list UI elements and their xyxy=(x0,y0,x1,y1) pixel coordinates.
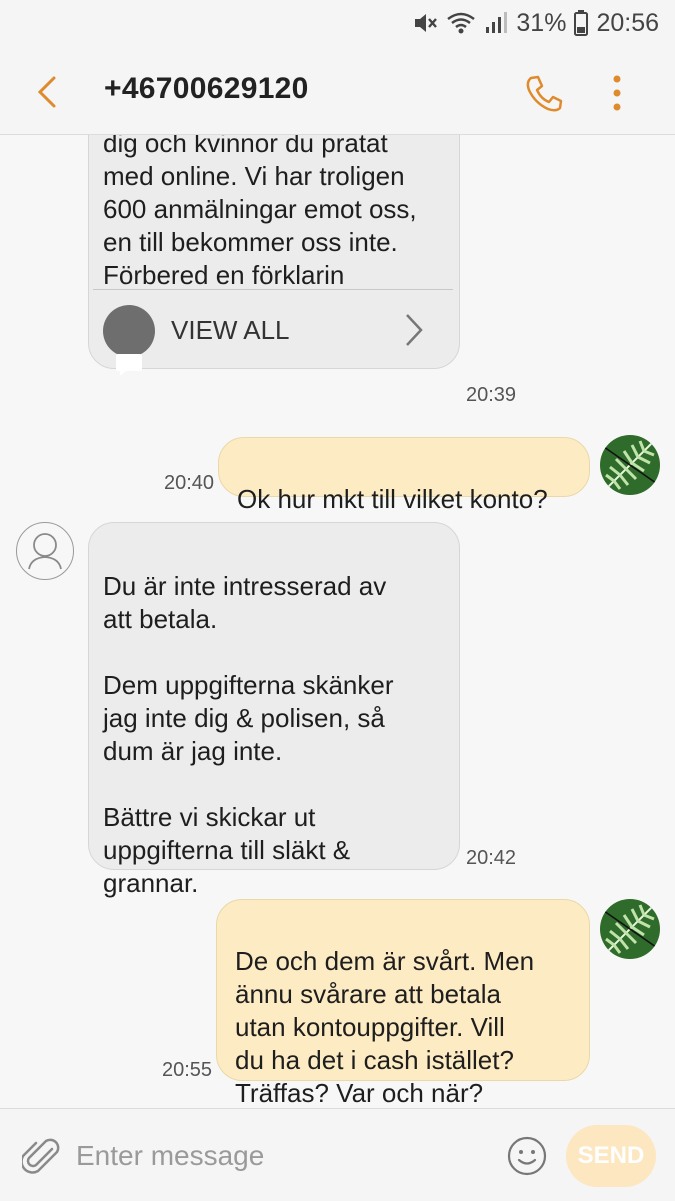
wifi-icon xyxy=(446,11,476,35)
call-button[interactable] xyxy=(522,72,566,116)
battery-percent: 31% xyxy=(516,8,567,37)
message-text: Ok hur mkt till vilket konto? xyxy=(237,484,548,514)
paperclip-icon xyxy=(20,1138,60,1174)
message-text: De och dem är svårt. Men ännu svårare at… xyxy=(235,946,535,1108)
smiley-icon xyxy=(507,1136,547,1176)
back-button[interactable] xyxy=(28,72,68,112)
phone-icon xyxy=(526,75,563,112)
person-icon xyxy=(28,533,62,570)
emoji-button[interactable] xyxy=(506,1135,548,1177)
incoming-message-bubble[interactable]: Du är inte intresserad av att betala. De… xyxy=(88,522,460,898)
conversation-list[interactable]: konversationerna mellan dig och kvinnor … xyxy=(0,135,675,1108)
battery-icon xyxy=(574,10,589,36)
status-bar: 31% 20:56 xyxy=(0,0,675,48)
signal-icon xyxy=(484,11,508,35)
message-time: 20:55 xyxy=(162,1059,213,1081)
message-icon xyxy=(103,305,155,376)
status-icons: 31% 20:56 xyxy=(412,8,659,38)
contact-avatar[interactable] xyxy=(16,522,74,580)
page-title: +46700629120 xyxy=(104,72,309,105)
message-input[interactable] xyxy=(76,1135,486,1177)
message-text: konversationerna mellan dig och kvinnor … xyxy=(103,135,417,290)
chevron-right-icon xyxy=(406,314,423,346)
mute-icon xyxy=(412,11,438,35)
message-time: 20:39 xyxy=(466,384,517,406)
my-avatar[interactable] xyxy=(600,899,660,959)
message-time: 20:40 xyxy=(164,472,215,494)
clock: 20:56 xyxy=(596,8,659,37)
back-icon xyxy=(37,76,56,108)
outgoing-message-bubble[interactable]: De och dem är svårt. Men ännu svårare at… xyxy=(216,899,590,1108)
my-avatar[interactable] xyxy=(600,435,660,495)
message-time: 20:42 xyxy=(466,847,517,869)
send-button[interactable]: SEND xyxy=(566,1125,656,1187)
attach-button[interactable] xyxy=(20,1135,62,1179)
more-vert-icon xyxy=(613,75,621,111)
app-bar: +46700629120 xyxy=(0,48,675,135)
message-composer: SEND xyxy=(0,1108,675,1201)
message-text: Du är inte intresserad av att betala. De… xyxy=(103,571,394,898)
more-options-button[interactable] xyxy=(600,72,634,116)
view-all-label: VIEW ALL xyxy=(171,315,290,345)
incoming-message-bubble[interactable]: konversationerna mellan dig och kvinnor … xyxy=(88,135,461,376)
view-all-button[interactable]: VIEW ALL xyxy=(89,290,461,376)
outgoing-message-bubble[interactable]: Ok hur mkt till vilket konto? xyxy=(218,437,590,514)
